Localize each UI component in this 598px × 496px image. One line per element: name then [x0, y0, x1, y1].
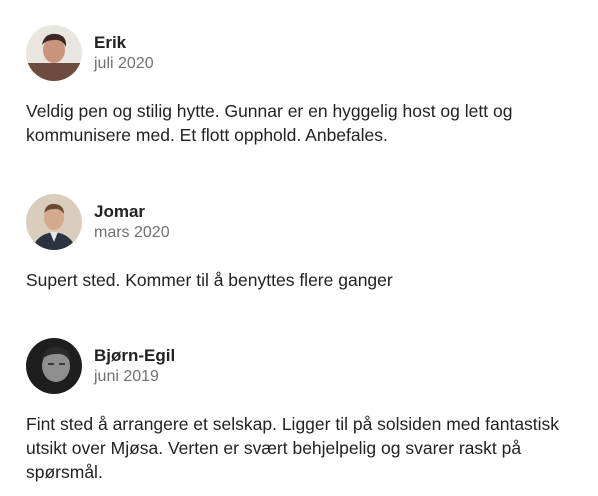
review-date: juli 2020: [94, 55, 154, 72]
review-item: Jomar mars 2020 Supert sted. Kommer til …: [26, 194, 572, 292]
review-header: Bjørn-Egil juni 2019: [26, 338, 572, 394]
review-text: Supert sted. Kommer til å benyttes flere…: [26, 270, 393, 290]
reviewer-name: Erik: [94, 33, 127, 52]
review-text: Fint sted å arrangere et selskap. Ligger…: [26, 414, 560, 482]
review-item: Bjørn-Egil juni 2019 Fint sted å arrange…: [26, 338, 572, 484]
avatar[interactable]: [26, 338, 82, 394]
avatar[interactable]: [26, 194, 82, 250]
reviewer-name: Jomar: [94, 202, 146, 221]
review-header: Jomar mars 2020: [26, 194, 572, 250]
review-item: Erik juli 2020 Veldig pen og stilig hytt…: [26, 25, 572, 147]
review-text: Veldig pen og stilig hytte. Gunnar er en…: [26, 101, 513, 145]
review-date: juni 2019: [94, 368, 159, 385]
reviewer-name: Bjørn-Egil: [94, 346, 176, 365]
review-header: Erik juli 2020: [26, 25, 572, 81]
avatar[interactable]: [26, 25, 82, 81]
review-date: mars 2020: [94, 224, 170, 241]
